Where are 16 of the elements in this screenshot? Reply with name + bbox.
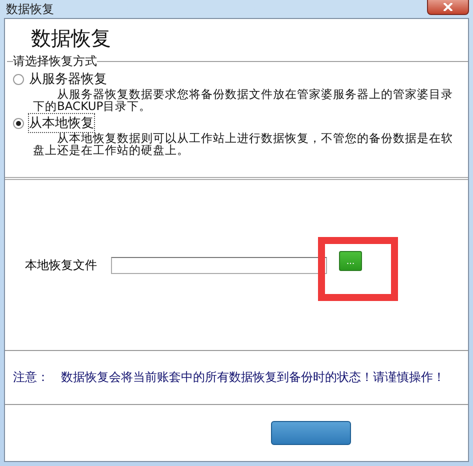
- window-title: 数据恢复: [6, 0, 54, 18]
- radio-option[interactable]: 从本地恢复: [13, 114, 460, 132]
- group-legend: 请选择恢复方式: [13, 53, 97, 70]
- action-button[interactable]: [271, 421, 351, 445]
- radio-button[interactable]: [13, 74, 24, 84]
- file-path-field[interactable]: [111, 256, 327, 274]
- close-button[interactable]: [427, 0, 469, 15]
- radio-button[interactable]: [13, 118, 24, 128]
- radio-option[interactable]: 从服务器恢复: [13, 70, 460, 88]
- field-label: 本地恢复文件: [25, 256, 98, 274]
- option-description: 从本地恢复数据则可以从工作站上进行数据恢复，不管您的备份数据是在软盘上还是在工作站的硬盘上。: [33, 132, 454, 156]
- option-description: 从服务器恢复数据要求您将备份数据文件放在管家婆服务器上的管家婆目录下的BACKUP目录下。: [33, 88, 454, 112]
- close-icon: [443, 3, 453, 11]
- notice-text: 数据恢复会将当前账套中的所有数据恢复到备份时的状态！请谨慎操作！: [61, 369, 445, 386]
- notice-label: 注意：: [13, 369, 49, 386]
- dialog-heading: 数据恢复: [30, 25, 112, 52]
